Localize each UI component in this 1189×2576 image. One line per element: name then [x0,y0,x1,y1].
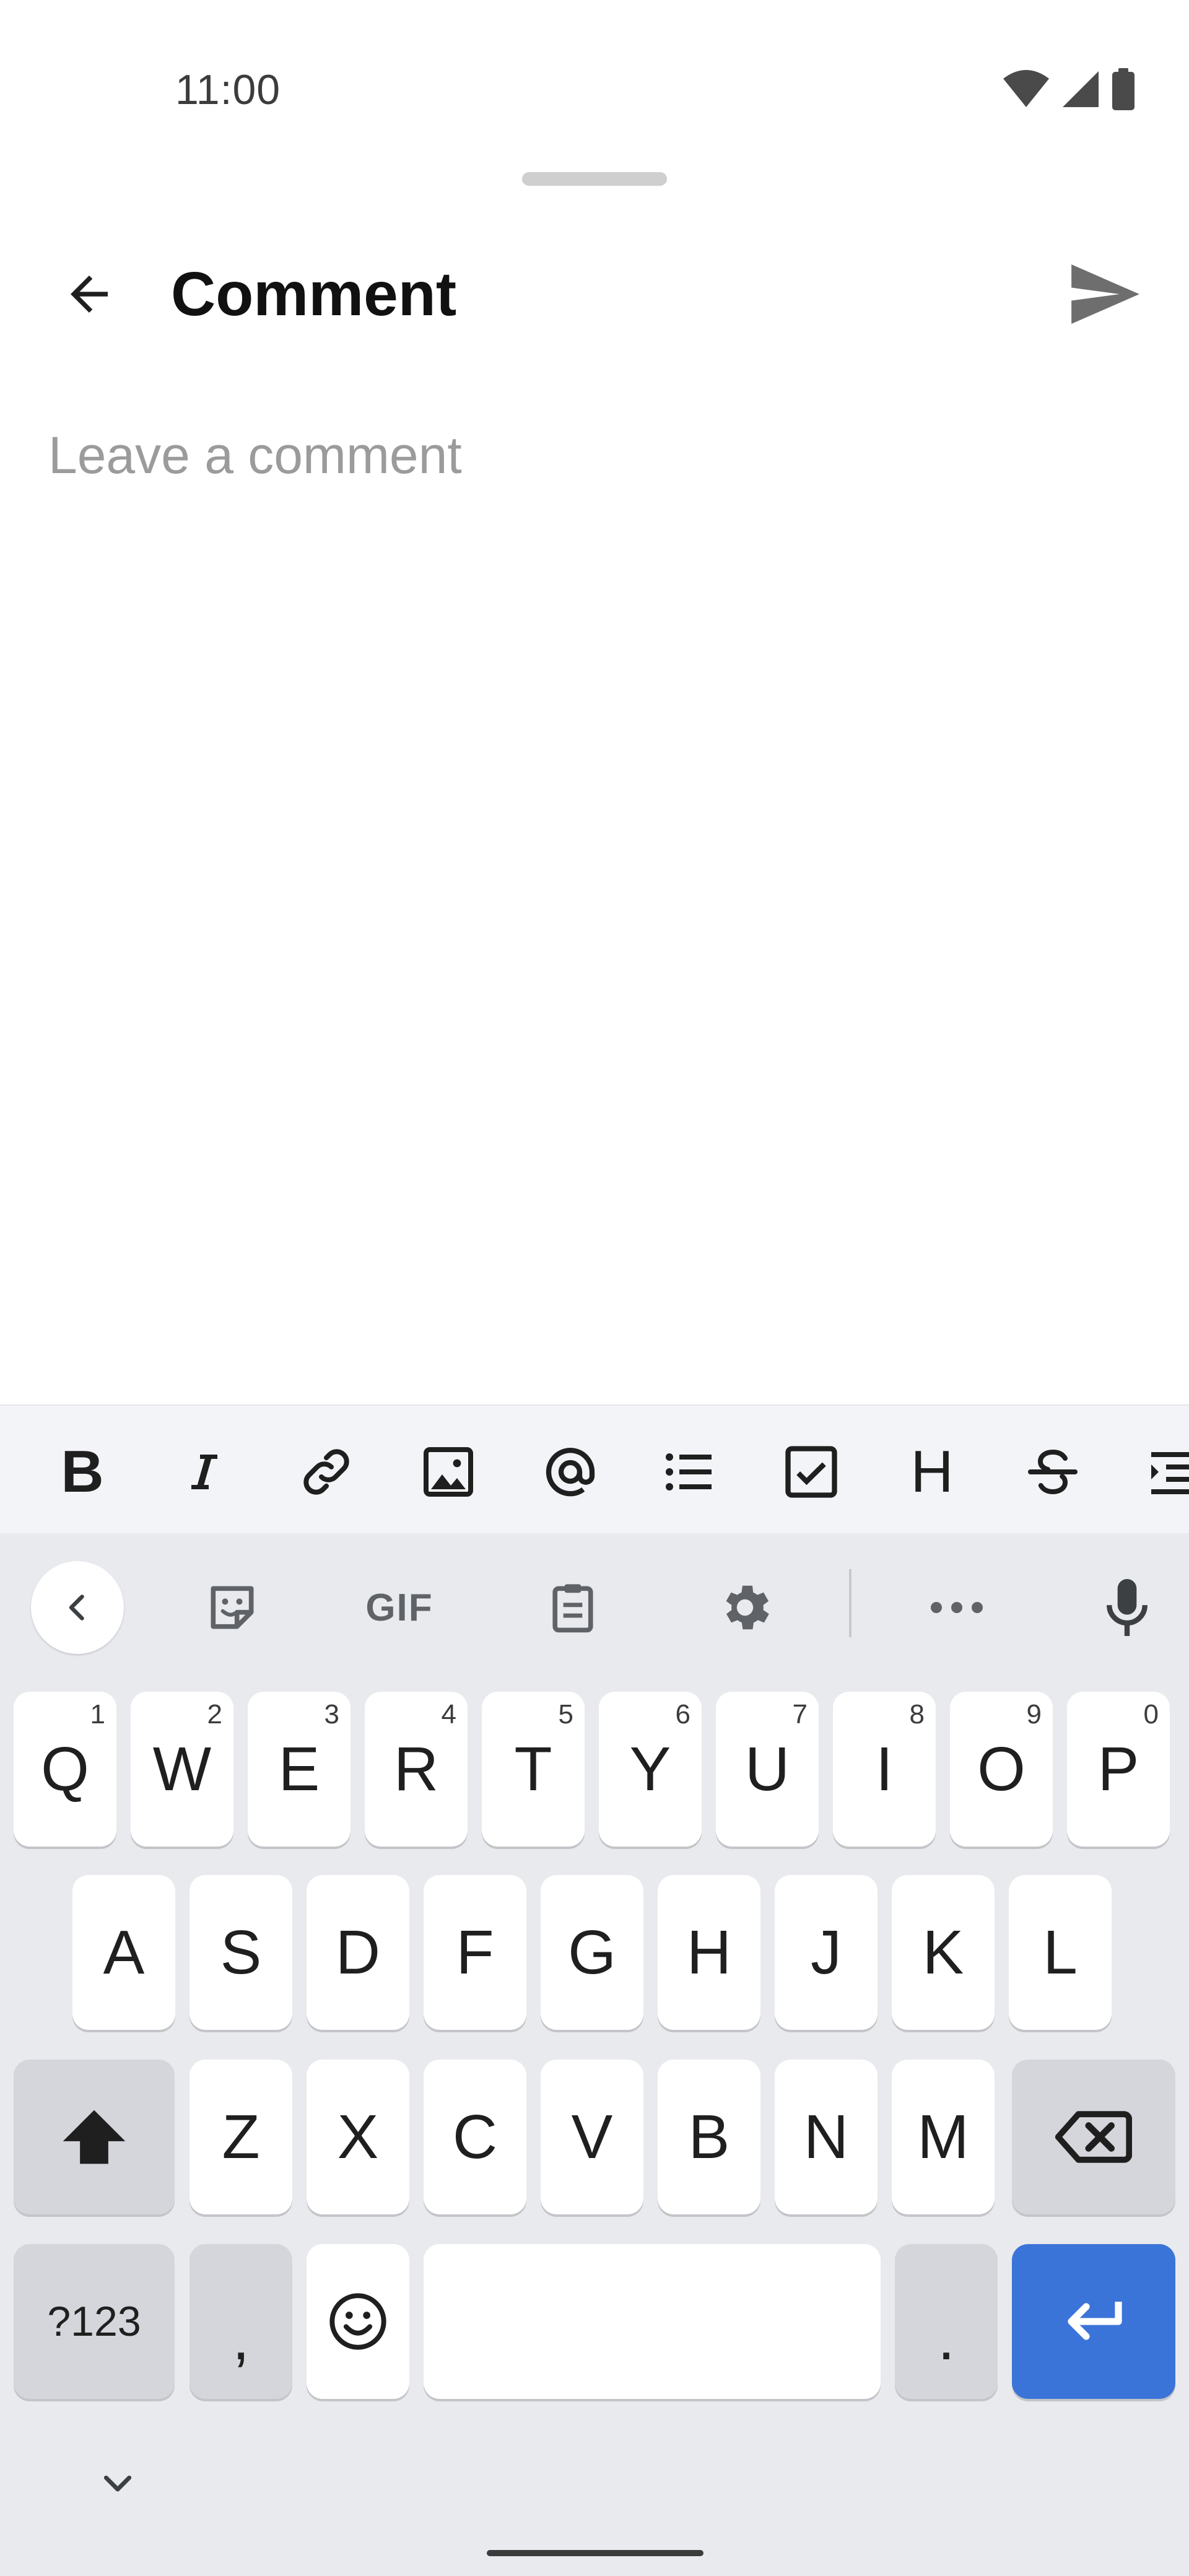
key-n[interactable]: N [775,2060,878,2214]
key-a[interactable]: A [72,1875,175,2030]
signal-icon [1063,71,1099,107]
bullet-list-button[interactable] [643,1425,736,1518]
period-key[interactable]: . [895,2244,998,2399]
page-title: Comment [171,259,457,329]
clipboard-button[interactable] [526,1561,619,1654]
key-m[interactable]: M [892,2060,995,2214]
backspace-key[interactable] [1012,2060,1175,2214]
italic-button[interactable] [158,1425,251,1518]
indent-icon [1151,1452,1189,1494]
gif-label: GIF [365,1586,433,1629]
backspace-icon [1055,2111,1132,2163]
image-icon [424,1447,473,1497]
key-v[interactable]: V [541,2060,643,2214]
key-s[interactable]: S [189,1875,292,2030]
collapse-icon [69,1595,84,1621]
toolbar-divider [849,1569,851,1637]
hide-keyboard-button[interactable] [93,2460,142,2509]
wifi-icon [1003,70,1049,107]
mention-button[interactable] [524,1425,617,1518]
battery-icon [1112,68,1135,110]
shift-icon [63,2110,126,2164]
link-button[interactable] [280,1425,373,1518]
key-o[interactable]: O9 [950,1692,1053,1847]
strikethrough-button[interactable] [1006,1425,1099,1518]
bold-icon: B [61,1438,104,1505]
shift-key[interactable] [14,2060,175,2214]
key-l[interactable]: L [1009,1875,1112,2030]
checkbox-icon [785,1446,837,1498]
comma-key[interactable]: , [189,2244,292,2399]
key-h[interactable]: H [658,1875,760,2030]
key-i[interactable]: I8 [833,1692,936,1847]
send-icon [1071,264,1139,324]
microphone-icon [1107,1579,1148,1636]
collapse-toolbar-button[interactable] [31,1561,124,1654]
indent-button[interactable] [1127,1425,1189,1518]
key-j[interactable]: J [775,1875,878,2030]
heading-icon: H [910,1438,954,1505]
emoji-key[interactable] [307,2244,409,2399]
key-f[interactable]: F [424,1875,526,2030]
home-indicator[interactable] [487,2550,703,2556]
heading-button[interactable]: H [886,1425,978,1518]
bold-button[interactable]: B [36,1425,129,1518]
key-q[interactable]: Q1 [14,1692,116,1847]
settings-icon [726,1585,769,1630]
image-button[interactable] [402,1425,495,1518]
key-g[interactable]: G [541,1875,643,2030]
key-d[interactable]: D [307,1875,409,2030]
key-x[interactable]: X [307,2060,409,2214]
symbols-key[interactable]: ?123 [14,2244,175,2399]
more-icon [931,1602,983,1613]
space-key[interactable] [424,2244,881,2399]
gif-button[interactable]: GIF [353,1561,446,1654]
key-e[interactable]: E3 [248,1692,351,1847]
key-b[interactable]: B [658,2060,760,2214]
sticker-icon [211,1586,254,1629]
hide-keyboard-icon [103,2475,132,2492]
bullet-list-icon [666,1453,712,1490]
emoji-icon [329,2293,386,2350]
sheet-drag-handle[interactable] [522,172,667,186]
voice-input-button[interactable] [1081,1561,1174,1654]
enter-key[interactable] [1012,2244,1175,2399]
status-time: 11:00 [175,66,281,113]
status-icons [1002,68,1136,110]
keyboard: GIF Q1 W2 E 3 R 4 T 5 Y 6 U 7 I 8 O 9 P … [0,1533,1189,2576]
back-button[interactable] [46,251,133,337]
more-button[interactable] [910,1561,1003,1654]
link-icon [303,1449,349,1495]
clipboard-icon [552,1584,593,1633]
key-c[interactable]: C [424,2060,526,2214]
key-t[interactable]: T5 [482,1692,585,1847]
italic-icon [191,1455,217,1489]
key-w[interactable]: W2 [131,1692,233,1847]
key-k[interactable]: K [892,1875,995,2030]
format-toolbar: B H [0,1404,1189,1533]
key-y[interactable]: Y6 [599,1692,702,1847]
mention-icon [546,1448,595,1497]
key-z[interactable]: Z [189,2060,292,2214]
strikethrough-icon [1028,1449,1078,1495]
key-r[interactable]: R4 [365,1692,468,1847]
sticker-button[interactable] [186,1561,279,1654]
keyboard-toolbar: GIF [0,1533,1189,1682]
arrow-back-icon [71,276,108,313]
top-app-bar: Comment [0,235,1189,353]
key-u[interactable]: U7 [716,1692,819,1847]
status-bar: 11:00 [0,0,1189,142]
enter-icon [1068,2302,1122,2340]
keyboard-settings-button[interactable] [699,1561,791,1654]
comment-input[interactable] [48,421,1138,1350]
send-button[interactable] [1059,251,1152,337]
key-p[interactable]: P0 [1067,1692,1170,1847]
checkbox-button[interactable] [765,1425,858,1518]
